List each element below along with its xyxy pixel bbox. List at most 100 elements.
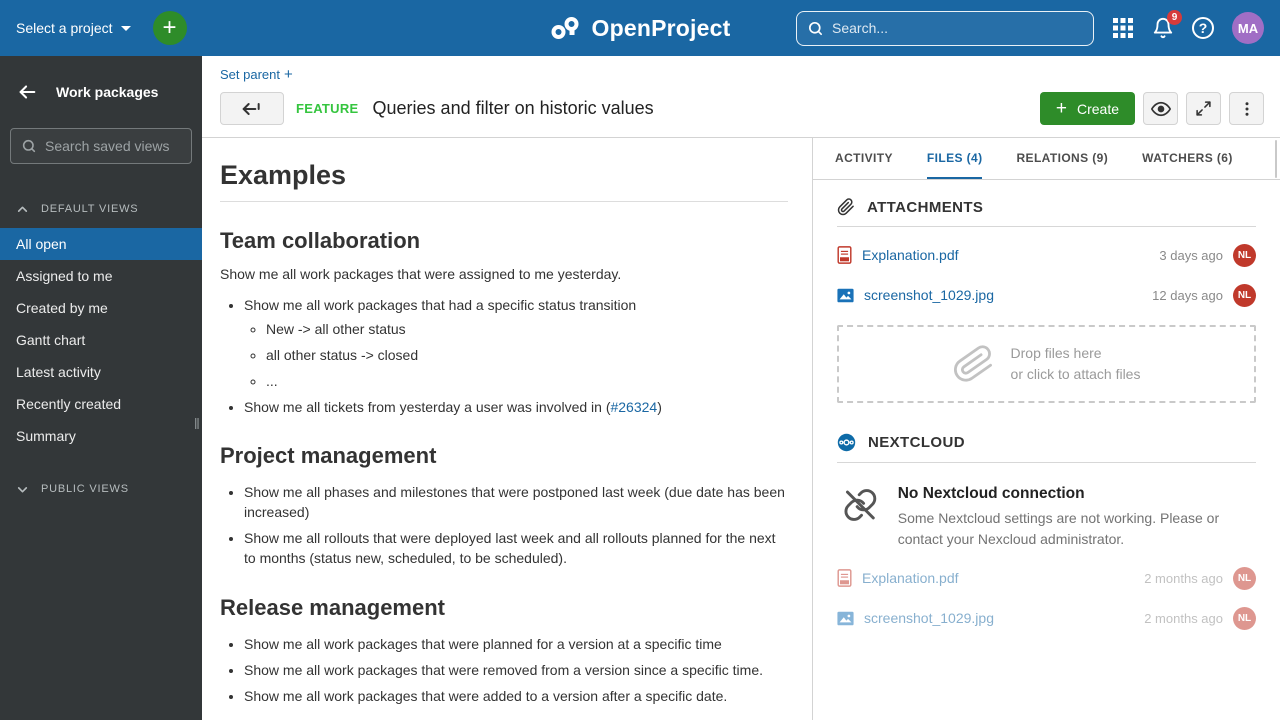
list-item: Show me all rollouts that were deployed …	[244, 529, 788, 569]
openproject-app: Select a project + OpenProject Search...…	[0, 0, 1280, 720]
page-title: Examples	[220, 160, 788, 202]
project-selector[interactable]: Select a project	[16, 20, 131, 36]
user-avatar[interactable]: MA	[1232, 12, 1264, 44]
sub-bullet-list: New -> all other status all other status…	[266, 320, 788, 392]
sidebar-item-latest-activity[interactable]: Latest activity	[0, 356, 202, 388]
user-avatar-initials: MA	[1237, 20, 1259, 36]
dropzone-line2: or click to attach files	[1010, 366, 1141, 382]
plus-icon: +	[284, 66, 293, 83]
nextcloud-files: Explanation.pdf 2 months ago NL screensh…	[837, 566, 1256, 630]
ticket-link[interactable]: #26324	[610, 399, 657, 415]
nextcloud-header: NEXTCLOUD	[837, 433, 1256, 452]
default-views-toggle[interactable]: DEFAULT VIEWS	[0, 198, 202, 220]
list-item: Show me all tickets from yesterday a use…	[244, 398, 788, 418]
openproject-logo[interactable]: OpenProject	[550, 0, 731, 56]
logo-text: OpenProject	[591, 14, 731, 41]
watch-button[interactable]	[1143, 92, 1178, 125]
files-tab-content: ATTACHMENTS Explanation.pdf 3 days ago N…	[813, 180, 1280, 630]
sidebar-item-created-by-me[interactable]: Created by me	[0, 292, 202, 324]
attachment-row: screenshot_1029.jpg 12 days ago NL	[837, 283, 1256, 307]
list-item: Show me all work packages that were adde…	[244, 687, 788, 707]
modules-grid-button[interactable]	[1112, 17, 1134, 39]
fullscreen-button[interactable]	[1186, 92, 1221, 125]
work-package-description: Examples Team collaboration Show me all …	[202, 138, 812, 720]
list-item: Show me all work packages that were plan…	[244, 635, 788, 655]
sidebar-item-all-open[interactable]: All open	[0, 228, 202, 260]
list-item: all other status -> closed	[266, 346, 788, 366]
saved-views-search[interactable]	[10, 128, 192, 164]
list-item: New -> all other status	[266, 320, 788, 340]
search-icon	[807, 20, 824, 37]
sidebar-item-recently-created[interactable]: Recently created	[0, 388, 202, 420]
work-package-title[interactable]: Queries and filter on historic values	[373, 98, 654, 119]
global-search-input[interactable]	[832, 20, 1083, 36]
tab-watchers[interactable]: WATCHERS (6)	[1142, 138, 1233, 179]
sidebar-item-assigned-to-me[interactable]: Assigned to me	[0, 260, 202, 292]
sidebar-resize-handle[interactable]: ‖	[194, 416, 201, 433]
attachments-heading: ATTACHMENTS	[867, 198, 984, 216]
notification-badge: 9	[1167, 10, 1182, 25]
global-add-button[interactable]: +	[152, 11, 187, 45]
details-panel: ACTIVITY FILES (4) RELATIONS (9) WATCHER…	[813, 138, 1280, 720]
file-link[interactable]: screenshot_1029.jpg	[864, 610, 994, 626]
notifications-button[interactable]: 9	[1152, 10, 1182, 39]
pdf-file-icon	[837, 569, 852, 587]
uploader-avatar[interactable]: NL	[1233, 566, 1256, 590]
attachments-header: ATTACHMENTS	[837, 198, 1256, 216]
default-views-list: All open Assigned to me Created by me Ga…	[0, 228, 202, 452]
tab-activity[interactable]: ACTIVITY	[835, 138, 893, 179]
public-views-label: PUBLIC VIEWS	[41, 483, 129, 495]
file-dropzone[interactable]: Drop files here or click to attach files	[837, 325, 1256, 403]
section-heading-release-management: Release management	[220, 594, 445, 620]
uploader-avatar[interactable]: NL	[1233, 243, 1256, 267]
list-item: Show me all phases and milestones that w…	[244, 483, 788, 523]
more-options-button[interactable]	[1229, 92, 1264, 125]
work-package-header: Set parent + FEATURE Queries and filter …	[202, 56, 1280, 137]
tab-files[interactable]: FILES (4)	[926, 138, 983, 179]
bullet-list: Show me all phases and milestones that w…	[244, 483, 788, 569]
paperclip-icon	[837, 198, 854, 216]
section-intro: Show me all work packages that were assi…	[220, 266, 622, 282]
broken-link-icon	[844, 489, 877, 521]
saved-views-search-input[interactable]	[45, 138, 181, 154]
sidebar-title: Work packages	[56, 84, 159, 100]
sidebar-item-summary[interactable]: Summary	[0, 420, 202, 452]
panel-scrollbar[interactable]	[1275, 140, 1277, 178]
set-parent-link[interactable]: Set parent +	[220, 66, 293, 83]
search-icon	[21, 138, 37, 154]
panel-tabs: ACTIVITY FILES (4) RELATIONS (9) WATCHER…	[813, 138, 1280, 180]
global-search[interactable]	[796, 10, 1094, 46]
back-to-list-button[interactable]	[220, 92, 284, 125]
openproject-logo-icon	[550, 16, 584, 40]
file-age: 2 months ago	[1144, 610, 1223, 626]
sidebar-back-button[interactable]	[16, 81, 38, 103]
uploader-avatar[interactable]: NL	[1233, 606, 1256, 630]
file-link[interactable]: Explanation.pdf	[862, 570, 959, 586]
public-views-toggle[interactable]: PUBLIC VIEWS	[0, 478, 202, 500]
section-heading-project-management: Project management	[220, 443, 437, 469]
file-link[interactable]: screenshot_1029.jpg	[864, 287, 994, 303]
chevron-up-icon	[16, 203, 29, 216]
create-button-label: Create	[1076, 100, 1119, 117]
nextcloud-error-title: No Nextcloud connection	[897, 485, 1085, 502]
dropzone-line1: Drop files here	[1010, 345, 1102, 361]
paperclip-icon	[953, 345, 992, 382]
help-button[interactable]: ?	[1192, 17, 1214, 39]
list-item-text: Show me all work packages that had a spe…	[244, 297, 637, 313]
list-item-text: )	[657, 398, 662, 415]
create-button[interactable]: + Create	[1039, 92, 1135, 125]
tab-relations[interactable]: RELATIONS (9)	[1016, 138, 1108, 179]
chevron-down-icon	[16, 483, 29, 496]
eye-icon	[1150, 101, 1171, 116]
file-age: 3 days ago	[1159, 247, 1223, 263]
nextcloud-section: NEXTCLOUD No Nextcloud connection Some N…	[837, 433, 1256, 630]
type-badge[interactable]: FEATURE	[296, 101, 359, 116]
nextcloud-heading: NEXTCLOUD	[868, 434, 965, 451]
nextcloud-file-row: screenshot_1029.jpg 2 months ago NL	[837, 606, 1256, 630]
image-file-icon	[837, 611, 854, 625]
nextcloud-icon	[837, 433, 856, 452]
file-link[interactable]: Explanation.pdf	[862, 247, 959, 263]
sidebar-item-gantt-chart[interactable]: Gantt chart	[0, 324, 202, 356]
bullet-list: Show me all work packages that were plan…	[244, 635, 788, 707]
uploader-avatar[interactable]: NL	[1233, 283, 1256, 307]
